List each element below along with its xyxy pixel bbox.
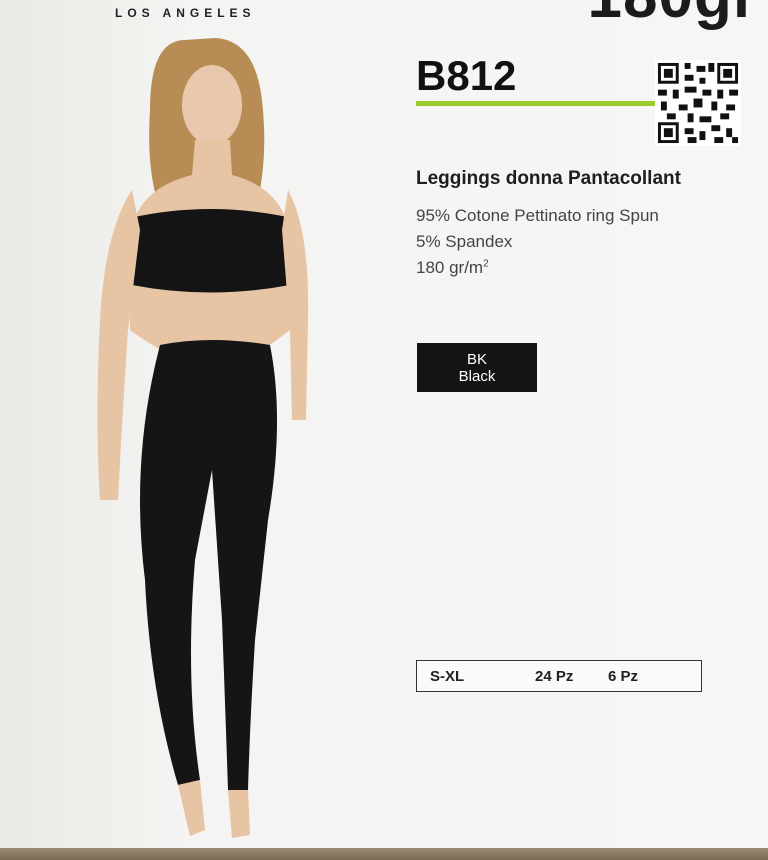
spec-spandex: 5% Spandex (416, 232, 513, 251)
box-quantity: 24 Pz (535, 667, 574, 685)
color-name: Black (458, 367, 496, 385)
color-code: BK (466, 350, 487, 368)
color-swatch-black[interactable]: BK Black (417, 343, 537, 392)
spec-weight-exponent: 2 (483, 258, 489, 270)
model-photo (97, 38, 309, 838)
product-title: Leggings donna Pantacollant (416, 168, 681, 189)
size-range: S-XL (430, 667, 465, 685)
weight-heading: 180gr (588, 0, 758, 28)
accent-bar (416, 101, 656, 106)
spec-composition: 95% Cotone Pettinato ring Spun (416, 206, 659, 225)
brand-tagline: LOS ANGELES (115, 6, 256, 20)
product-code: B812 (416, 52, 517, 99)
spec-weight: 180 gr/m2 (416, 258, 489, 278)
qr-code-icon[interactable] (655, 60, 741, 146)
spec-weight-value: 180 gr/m (416, 258, 484, 277)
pack-quantity: 6 Pz (608, 667, 639, 685)
size-table: S-XL 24 Pz 6 Pz (416, 660, 702, 692)
